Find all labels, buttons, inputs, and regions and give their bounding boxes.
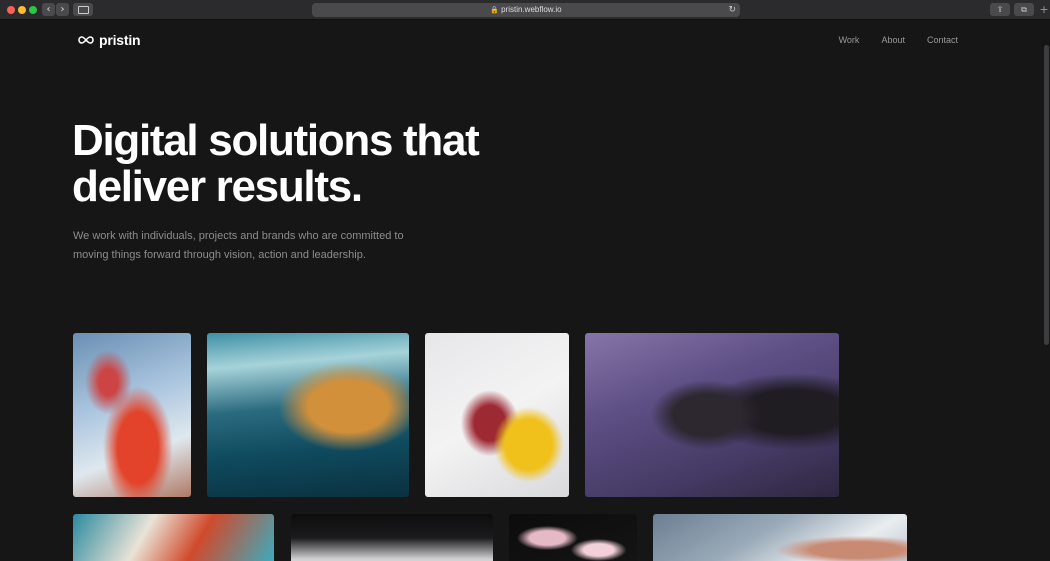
hero-title-line2: deliver results. (72, 162, 363, 211)
lock-icon: 🔒 (490, 6, 500, 14)
gallery-tile-laptop[interactable] (291, 514, 493, 561)
gallery-tile-fluid-art[interactable] (73, 514, 274, 561)
new-tab-icon[interactable]: + (1038, 2, 1050, 18)
gallery-tile-portrait[interactable] (73, 333, 191, 497)
tabs-overview-icon[interactable]: ⧉ (1014, 3, 1034, 16)
scrollbar[interactable] (1044, 45, 1049, 345)
gallery-tile-sneaker[interactable] (425, 333, 569, 497)
share-icon[interactable]: ⇪ (990, 3, 1010, 16)
gallery-tile-wave-art[interactable] (207, 333, 409, 497)
nav-link-about[interactable]: About (881, 35, 905, 45)
page-content: pristin Work About Contact Digital solut… (0, 21, 1050, 561)
nav-link-contact[interactable]: Contact (927, 35, 958, 45)
sidebar-toggle-icon[interactable] (73, 3, 93, 16)
main-nav: Work About Contact (839, 35, 958, 45)
back-arrow-icon[interactable]: ‹ (42, 3, 55, 16)
gallery-tile-desk-work[interactable] (653, 514, 907, 561)
hero-title: Digital solutions that deliver results. (72, 118, 632, 210)
hero-subtitle: We work with individuals, projects and b… (73, 227, 433, 265)
gallery-tile-purple-portrait[interactable] (585, 333, 839, 497)
close-window-button[interactable] (7, 6, 15, 14)
minimize-window-button[interactable] (18, 6, 26, 14)
zoom-window-button[interactable] (29, 6, 37, 14)
address-bar-url: pristin.webflow.io (501, 5, 562, 14)
address-bar[interactable]: 🔒 pristin.webflow.io ↻ (312, 3, 740, 17)
forward-arrow-icon[interactable]: › (56, 3, 69, 16)
hero-title-line1: Digital solutions that (72, 116, 480, 165)
gallery-tile-flowers[interactable] (509, 514, 637, 561)
infinity-logo-icon (78, 36, 94, 44)
hero-subtitle-line2: moving things forward through vision, ac… (73, 249, 366, 261)
reload-icon[interactable]: ↻ (728, 3, 736, 17)
site-logo[interactable]: pristin (78, 32, 141, 48)
logo-text: pristin (99, 32, 141, 48)
nav-link-work[interactable]: Work (839, 35, 860, 45)
browser-toolbar: ‹ › 🔒 pristin.webflow.io ↻ ⇪ ⧉ + (0, 0, 1050, 20)
hero-subtitle-line1: We work with individuals, projects and b… (73, 230, 404, 242)
